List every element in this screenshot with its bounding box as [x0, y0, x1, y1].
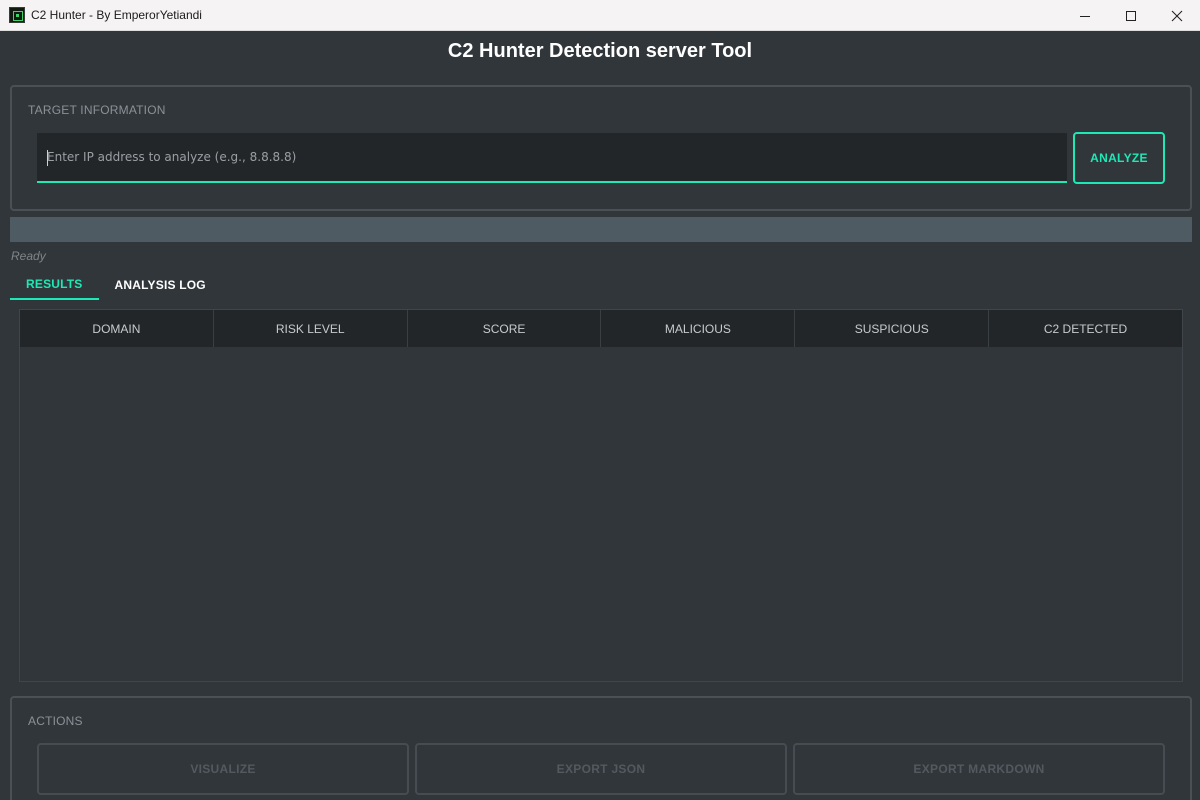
page-title: C2 Hunter Detection server Tool	[447, 40, 753, 62]
actions-label: ACTIONS	[28, 714, 83, 728]
app-icon	[9, 7, 25, 23]
export-markdown-button[interactable]: EXPORT MARKDOWN	[793, 743, 1165, 795]
progress-bar	[10, 217, 1192, 242]
ip-address-input[interactable]	[37, 133, 1067, 183]
column-header-c2-detected[interactable]: C2 DETECTED	[989, 310, 1182, 347]
window-title: C2 Hunter - By EmperorYetiandi	[31, 8, 202, 22]
minimize-icon[interactable]	[1062, 0, 1108, 31]
visualize-button[interactable]: VISUALIZE	[37, 743, 409, 795]
close-icon[interactable]	[1154, 0, 1200, 31]
actions-group: ACTIONS VISUALIZE EXPORT JSON EXPORT MAR…	[10, 696, 1192, 800]
target-information-group: TARGET INFORMATION ANALYZE	[10, 85, 1192, 211]
results-table[interactable]: DOMAIN RISK LEVEL SCORE MALICIOUS SUSPIC…	[19, 309, 1183, 682]
status-text: Ready	[11, 249, 46, 263]
column-header-malicious[interactable]: MALICIOUS	[601, 310, 796, 347]
column-header-suspicious[interactable]: SUSPICIOUS	[795, 310, 990, 347]
target-information-label: TARGET INFORMATION	[28, 103, 166, 117]
tab-bar: RESULTS ANALYSIS LOG	[10, 270, 222, 300]
tab-results[interactable]: RESULTS	[10, 270, 99, 300]
column-header-risk-level[interactable]: RISK LEVEL	[214, 310, 408, 347]
results-table-header: DOMAIN RISK LEVEL SCORE MALICIOUS SUSPIC…	[20, 310, 1182, 347]
maximize-icon[interactable]	[1108, 0, 1154, 31]
column-header-domain[interactable]: DOMAIN	[20, 310, 214, 347]
export-json-button[interactable]: EXPORT JSON	[415, 743, 787, 795]
tab-analysis-log[interactable]: ANALYSIS LOG	[99, 270, 222, 300]
window-title-bar: C2 Hunter - By EmperorYetiandi	[0, 0, 1200, 31]
column-header-score[interactable]: SCORE	[408, 310, 602, 347]
analyze-button[interactable]: ANALYZE	[1073, 132, 1165, 184]
window-controls	[1062, 0, 1200, 31]
text-caret	[47, 150, 48, 166]
